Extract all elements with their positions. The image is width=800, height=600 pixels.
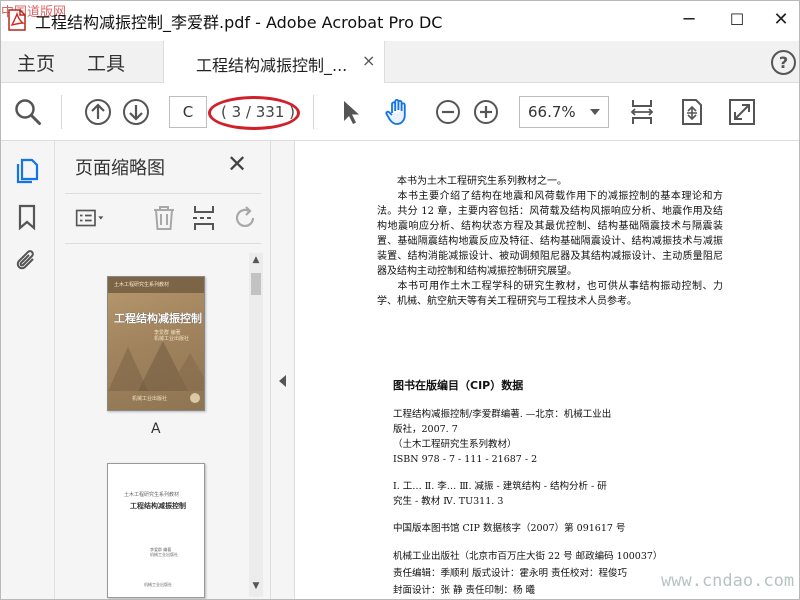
cip-line: 究生 - 教材 Ⅳ. TU311. 3 [393,496,504,507]
tab-bar: 主页 工具 工程结构减振控制_... × ? [1,41,799,83]
tab-document[interactable]: 工程结构减振控制_... × [163,41,385,83]
toolbar: C ( 3 / 331 ) 66.7% [1,83,799,141]
annotation-ellipse [208,96,300,130]
document-page: 本书为土木工程研究生系列教材之一。 本书主要介绍了结构在地震和风荷载作用下的减振… [377,174,723,309]
toolbar-divider [313,95,314,129]
zoom-out-icon[interactable] [433,97,463,127]
help-icon[interactable]: ? [771,50,796,75]
cip-line: 中国版本图书馆 CIP 数据核字（2007）第 091617 号 [393,523,626,534]
zoom-in-icon[interactable] [471,97,501,127]
cip-line: 版社，2007. 7 [393,424,458,435]
collapse-arrow-icon[interactable] [279,375,286,387]
thumbnail-scrollbar[interactable]: ▲ ▼ [249,253,263,597]
next-page-icon[interactable] [121,97,151,127]
title-page-title: 工程结构减振控制 [130,502,186,510]
close-window-button[interactable]: ✕ [765,5,797,35]
page-thumbnails-icon[interactable] [13,157,41,185]
title-page-author-secondary: 机械工业出版社 [150,552,178,557]
cover-series-text: 土木工程研究生系列教材 [114,282,170,288]
title-bar: 中国道版网 工程结构减振控制_李爱群.pdf - Adobe Acrobat P… [1,1,799,41]
zoom-level-value: 66.7% [528,103,576,121]
cip-line: （土木工程研究生系列教材） [393,439,517,450]
cip-line: 封面设计：张 静 责任印制：杨 曦 [393,585,536,596]
zoom-level-select[interactable]: 66.7% [519,96,609,128]
acrobat-window: 中国道版网 工程结构减振控制_李爱群.pdf - Adobe Acrobat P… [0,0,800,600]
document-view[interactable]: 本书为土木工程研究生系列教材之一。 本书主要介绍了结构在地震和风荷载作用下的减振… [295,141,799,599]
search-icon[interactable] [13,97,43,127]
previous-page-icon[interactable] [83,97,113,127]
panel-divider [65,243,261,244]
scroll-down-icon[interactable]: ▼ [251,581,261,595]
hand-tool-icon[interactable] [383,97,413,127]
extract-page-icon[interactable] [189,203,219,233]
panel-divider [65,193,261,194]
minimize-button[interactable]: ─ [673,5,705,35]
cover-publisher: 机械工业出版社 [132,396,168,402]
tab-tools[interactable]: 工具 [87,49,125,76]
tab-home[interactable]: 主页 [17,49,55,76]
close-panel-icon[interactable]: ✕ [227,150,247,178]
cip-line: 工程结构减振控制/李爱群编著. —北京：机械工业出 [393,409,612,420]
delete-page-icon[interactable] [149,203,179,233]
document-tab-label: 工程结构减振控制_... [196,56,348,75]
select-cursor-icon[interactable] [335,97,365,127]
page-thumbnails-panel: 页面缩略图 ✕ 土木工程研究生系列教材 工程结构减振控制 李爱群 编著 机械工业… [55,141,271,599]
scroll-up-icon[interactable]: ▲ [251,255,261,269]
title-page-publisher: 机械工业出版社 [144,582,172,587]
toolbar-divider [61,95,62,129]
full-screen-icon[interactable] [727,97,757,127]
maximize-button[interactable]: ☐ [721,5,753,35]
intro-paragraph: 本书可用作土木工程学科的研究生教材，也可供从事结构振动控制、力学、机械、航空航天… [377,281,723,307]
panel-title: 页面缩略图 [75,158,165,179]
thumbnail-page-label: A [151,421,161,437]
panel-collapse-strip[interactable] [271,141,295,599]
attachments-icon[interactable] [13,247,41,275]
intro-paragraph: 本书为土木工程研究生系列教材之一。 [397,176,567,187]
watermark-bottom: www.cndao.com [661,571,795,591]
page-number-input[interactable]: C [169,96,207,128]
cover-building-image [108,341,204,391]
close-tab-icon[interactable]: × [362,51,375,70]
scroll-thumb[interactable] [251,273,261,295]
page-thumbnail-title-page[interactable]: 土木工程研究生系列教材 工程结构减振控制 李爱群 编著 机械工业出版社 机械工业… [107,463,205,598]
cip-heading: 图书在版编目（CIP）数据 [393,379,524,392]
thumbnail-options-icon[interactable] [75,203,105,233]
intro-paragraph: 本书主要介绍了结构在地震和风荷载作用下的减振控制的基本理论和方法。共分 12 章… [377,191,723,277]
acrobat-app-icon [8,9,26,31]
window-title: 工程结构减振控制_李爱群.pdf - Adobe Acrobat Pro DC [35,13,443,32]
publisher-logo [190,393,200,403]
cip-line: 机械工业出版社（北京市百万庄大街 22 号 邮政编码 100037） [393,551,663,562]
bookmarks-icon[interactable] [13,203,41,231]
page-thumbnail-cover[interactable]: 土木工程研究生系列教材 工程结构减振控制 李爱群 编著 机械工业出版社 机械工业… [107,276,205,411]
cip-line: Ⅰ. 工… Ⅱ. 李… Ⅲ. 减振 - 建筑结构 - 结构分析 - 研 [393,481,607,492]
cover-title: 工程结构减振控制 [114,312,202,325]
cip-line: ISBN 978 - 7 - 111 - 21687 - 2 [393,454,538,465]
scroll-mode-icon[interactable] [677,97,707,127]
title-page-series: 土木工程研究生系列教材 [124,492,180,498]
left-navigation-rail [1,141,55,599]
chevron-down-icon [590,109,600,115]
fit-page-icon[interactable] [627,97,657,127]
cip-line: 责任编辑：季顺利 版式设计：霍永明 责任校对：程俊巧 [393,568,628,579]
rotate-page-icon[interactable] [231,203,261,233]
